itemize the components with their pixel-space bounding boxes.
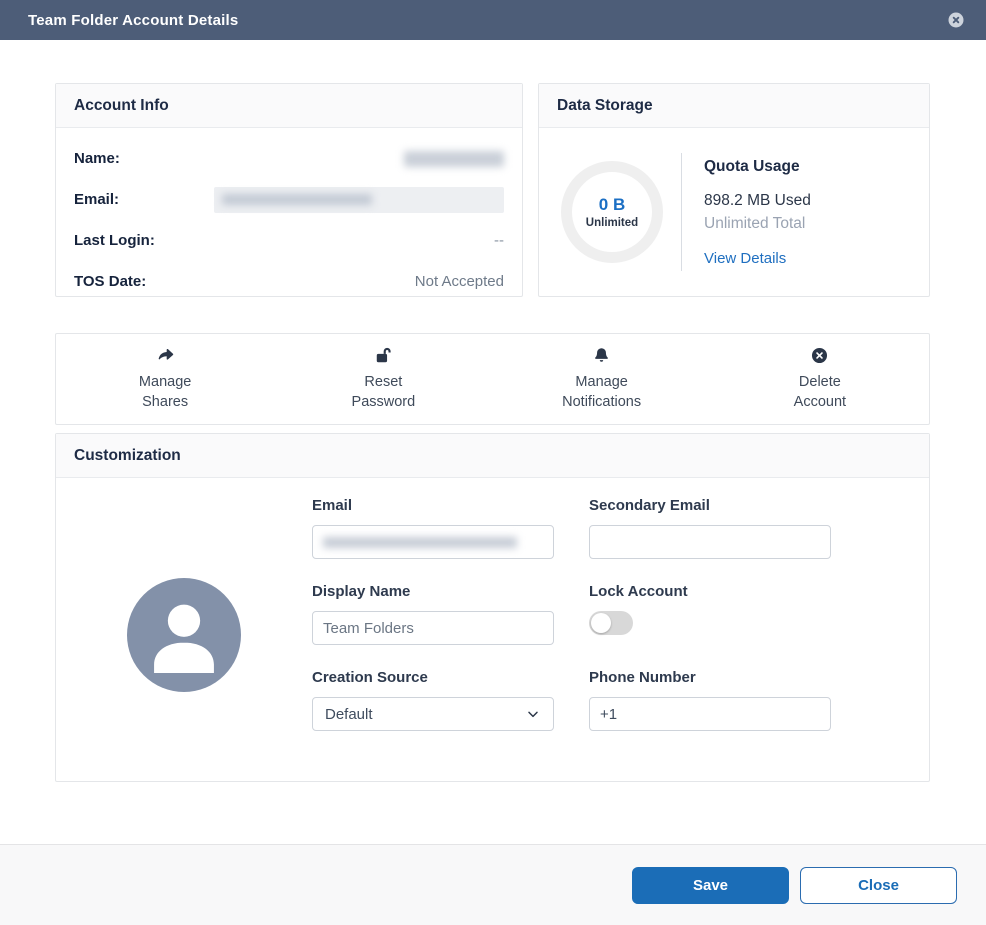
account-info-title: Account Info [56,84,522,128]
lock-account-label: Lock Account [589,583,831,600]
phone-number-label: Phone Number [589,669,831,686]
email-field[interactable] [312,525,554,559]
redacted-email-input-value [323,537,517,548]
save-button[interactable]: Save [632,867,789,904]
phone-number-field[interactable] [589,697,831,731]
lock-account-field-group: Lock Account [589,583,831,645]
customization-title: Customization [56,434,929,478]
tos-date-row: TOS Date: Not Accepted [74,261,504,302]
secondary-email-label: Secondary Email [589,497,831,514]
data-storage-title: Data Storage [539,84,929,128]
creation-source-value: Default [325,706,373,723]
last-login-row: Last Login: -- [74,220,504,261]
modal-title: Team Folder Account Details [28,12,238,29]
account-email-row: Email: [74,179,504,220]
close-icon[interactable] [946,10,966,30]
manage-shares-label-line2: Shares [142,392,188,412]
tos-date-label: TOS Date: [74,273,146,290]
redacted-name-value [404,151,504,167]
modal-body: Account Info Name: Email: Last Login: --… [0,40,986,844]
custom-email-label: Email [312,497,554,514]
storage-divider [681,153,682,271]
delete-account-button[interactable]: Delete Account [711,347,929,412]
customization-card: Customization Email Secondary Email [55,433,930,782]
modal-footer: Save Close [0,844,986,925]
chevron-down-icon [525,706,541,722]
creation-source-label: Creation Source [312,669,554,686]
account-info-card: Account Info Name: Email: Last Login: --… [55,83,523,297]
avatar [127,578,241,692]
email-field-group: Email [312,497,554,559]
quota-donut-label: Unlimited [586,217,638,229]
tos-date-value: Not Accepted [415,273,504,290]
share-icon [156,347,175,365]
name-label: Name: [74,150,120,167]
quota-used-value: 898.2 MB Used [704,192,811,210]
phone-number-field-group: Phone Number [589,669,831,731]
manage-shares-button[interactable]: Manage Shares [56,347,274,412]
lock-account-toggle[interactable] [589,611,633,635]
quota-donut: 0 B Unlimited [561,161,663,263]
secondary-email-field-group: Secondary Email [589,497,831,559]
view-details-link[interactable]: View Details [704,250,811,267]
quota-total-value: Unlimited Total [704,215,811,233]
email-label: Email: [74,191,119,208]
creation-source-select[interactable]: Default [312,697,554,731]
person-icon [127,578,241,692]
quota-donut-value: 0 B [599,195,625,215]
manage-notifications-label-line1: Manage [575,372,627,392]
reset-password-button[interactable]: Reset Password [274,347,492,412]
reset-password-label-line2: Password [352,392,416,412]
bell-icon [592,347,611,365]
display-name-field[interactable] [312,611,554,645]
toggle-knob [591,613,611,633]
quota-usage-heading: Quota Usage [704,158,811,176]
data-storage-card: Data Storage 0 B Unlimited Quota Usage 8… [538,83,930,297]
account-name-row: Name: [74,138,504,179]
delete-account-label-line2: Account [794,392,846,412]
last-login-value: -- [494,232,504,249]
manage-notifications-label-line2: Notifications [562,392,641,412]
x-circle-icon [810,347,829,365]
close-button[interactable]: Close [800,867,957,904]
modal-header: Team Folder Account Details [0,0,986,40]
delete-account-label-line1: Delete [799,372,841,392]
secondary-email-field[interactable] [589,525,831,559]
manage-shares-label-line1: Manage [139,372,191,392]
last-login-label: Last Login: [74,232,155,249]
display-name-field-group: Display Name [312,583,554,645]
display-name-label: Display Name [312,583,554,600]
manage-notifications-button[interactable]: Manage Notifications [493,347,711,412]
reset-password-label-line1: Reset [364,372,402,392]
redacted-email-value [214,187,504,213]
creation-source-field-group: Creation Source Default [312,669,554,731]
unlock-icon [374,347,393,365]
actions-bar: Manage Shares Reset Password Manage Noti… [55,333,930,425]
